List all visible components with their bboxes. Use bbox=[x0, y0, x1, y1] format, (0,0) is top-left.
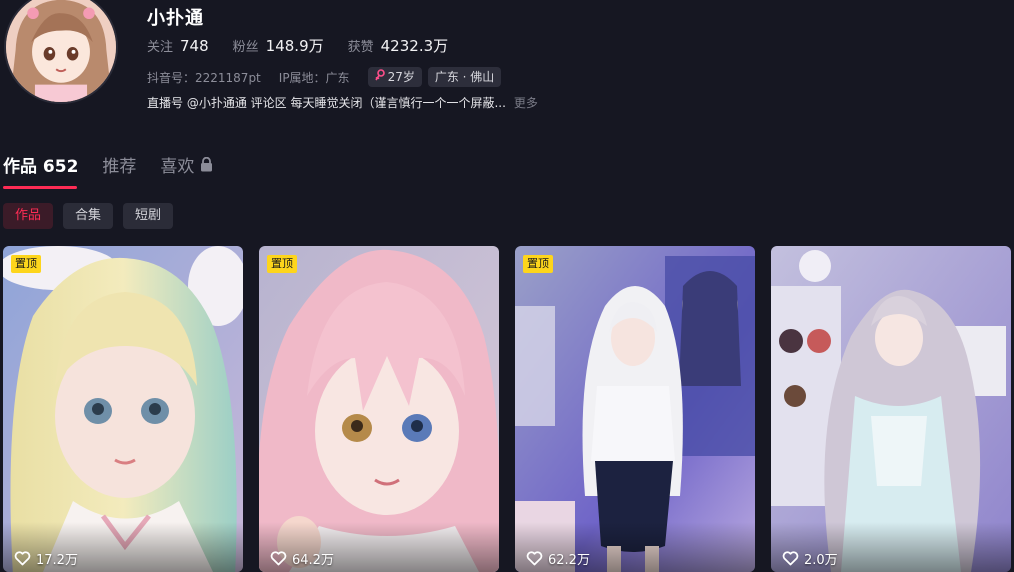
stat-value: 4232.3万 bbox=[380, 37, 449, 55]
stat-value: 748 bbox=[180, 37, 209, 55]
stat-likes: 获赞 4232.3万 bbox=[348, 35, 449, 56]
stat-followers[interactable]: 粉丝 148.9万 bbox=[233, 35, 324, 56]
profile-page: 小扑通 关注 748 粉丝 148.9万 获赞 4232.3万 抖音号：2221… bbox=[0, 0, 1014, 572]
profile-tabs: 作品 652 推荐 喜欢 bbox=[3, 152, 237, 189]
stat-label: 获赞 bbox=[347, 40, 374, 55]
video-likes: 17.2万 bbox=[14, 549, 78, 568]
video-card[interactable]: 2.0万 bbox=[771, 246, 1011, 572]
tab-label: 推荐 bbox=[102, 157, 137, 177]
profile-name: 小扑通 bbox=[147, 8, 204, 29]
heart-icon bbox=[14, 551, 31, 566]
likes-count: 62.2万 bbox=[548, 553, 590, 568]
likes-count: 64.2万 bbox=[292, 553, 334, 568]
tab-liked[interactable]: 喜欢 bbox=[160, 152, 213, 189]
pinned-badge: 置顶 bbox=[523, 255, 553, 273]
avatar-illustration bbox=[6, 0, 116, 102]
likes-count: 2.0万 bbox=[804, 553, 838, 568]
filter-short-dramas[interactable]: 短剧 bbox=[123, 203, 174, 229]
video-card[interactable]: 置顶 62.2万 bbox=[515, 246, 755, 572]
region-chip: 广东 · 佛山 bbox=[427, 67, 502, 87]
profile-meta: 抖音号：2221187pt IP属地：广东 27岁 广东 · 佛山 bbox=[147, 67, 507, 87]
tab-works[interactable]: 作品 652 bbox=[3, 152, 78, 189]
female-gender-icon bbox=[374, 67, 385, 87]
content-filters: 作品 合集 短剧 bbox=[3, 203, 174, 229]
ip-location: IP属地：广东 bbox=[278, 70, 350, 85]
tab-label: 作品 652 bbox=[3, 157, 79, 177]
age-label: 27岁 bbox=[387, 70, 415, 84]
tab-recommended[interactable]: 推荐 bbox=[102, 152, 136, 189]
pinned-badge: 置顶 bbox=[11, 255, 41, 273]
pinned-badge: 置顶 bbox=[267, 255, 297, 273]
filter-collections[interactable]: 合集 bbox=[63, 203, 114, 229]
tab-label: 喜欢 bbox=[160, 157, 195, 177]
video-likes: 62.2万 bbox=[526, 549, 590, 568]
video-likes: 64.2万 bbox=[270, 549, 334, 568]
profile-bio: 直播号 @小扑通通 评论区 每天睡觉关闭（谨言慎行一个一个屏蔽... 更多 bbox=[147, 94, 538, 111]
stat-label: 粉丝 bbox=[232, 40, 259, 55]
video-grid: 置顶 17.2万 置顶 64.2万 置顶 62.2万 2.0万 bbox=[3, 246, 1011, 572]
video-card[interactable]: 置顶 17.2万 bbox=[3, 246, 243, 572]
lock-icon bbox=[200, 157, 213, 172]
likes-count: 17.2万 bbox=[36, 553, 78, 568]
bio-text: 直播号 @小扑通通 评论区 每天睡觉关闭（谨言慎行一个一个屏蔽... bbox=[147, 96, 506, 110]
avatar[interactable] bbox=[4, 0, 118, 104]
bio-more-link[interactable]: 更多 bbox=[514, 94, 538, 111]
heart-icon bbox=[270, 551, 287, 566]
heart-icon bbox=[782, 551, 799, 566]
profile-stats: 关注 748 粉丝 148.9万 获赞 4232.3万 bbox=[147, 35, 472, 56]
filter-works[interactable]: 作品 bbox=[3, 203, 54, 229]
age-chip: 27岁 bbox=[367, 67, 422, 87]
stat-value: 148.9万 bbox=[265, 37, 324, 55]
douyin-id: 抖音号：2221187pt bbox=[147, 70, 261, 85]
video-likes: 2.0万 bbox=[782, 549, 838, 568]
video-card[interactable]: 置顶 64.2万 bbox=[259, 246, 499, 572]
heart-icon bbox=[526, 551, 543, 566]
stat-following[interactable]: 关注 748 bbox=[147, 36, 209, 55]
stat-label: 关注 bbox=[147, 40, 174, 55]
